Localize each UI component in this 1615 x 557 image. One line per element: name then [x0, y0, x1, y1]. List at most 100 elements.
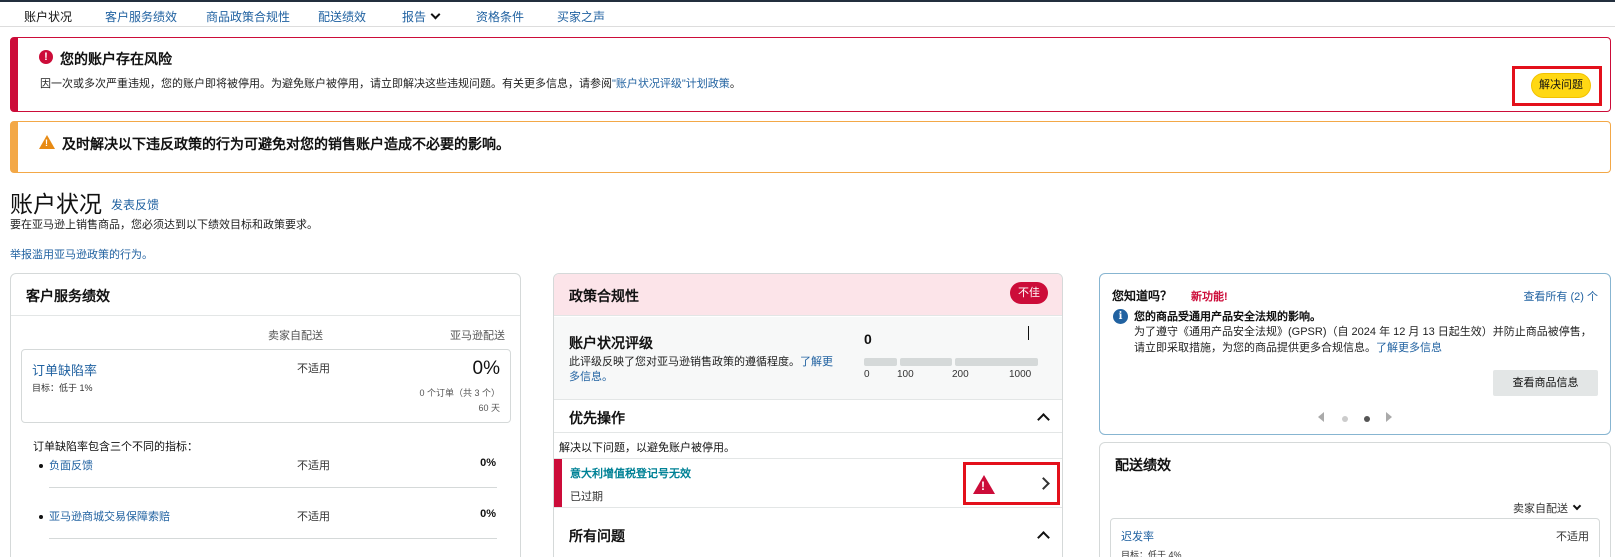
all-issues-title: 所有问题 [569, 528, 625, 544]
view-listings-button[interactable]: 查看商品信息 [1493, 370, 1598, 396]
odr-count: 0 个订单（共 3 个） [419, 388, 500, 398]
did-you-know-card: 您知道吗？ 新功能! 查看所有 (2) 个 i 您的商品受通用产品安全法规的影响… [1099, 273, 1611, 435]
card-header: 客户服务绩效 [11, 274, 520, 316]
fulfillment-selector-label: 卖家自配送 [1513, 503, 1568, 515]
card-title: 政策合规性 [569, 288, 639, 304]
ahr-description-text: 此评级反映了您对亚马逊销售政策的遵循程度。 [569, 356, 800, 368]
tab-shipping[interactable]: 配送绩效 [318, 8, 366, 25]
info-icon: i [1113, 309, 1128, 324]
priority-description: 解决以下问题，以避免账户被停用。 [559, 442, 735, 454]
carousel-dot[interactable] [1342, 416, 1348, 422]
alert-body-text: 因一次或多次严重违规，您的账户即将被停用。为避免账户被停用，请立即解决这些违规问… [40, 78, 612, 90]
scale-tick: 0 [864, 369, 870, 380]
ahr-title: 账户状况评级 [569, 335, 653, 351]
policy-compliance-card: 政策合规性 不佳 账户状况评级 此评级反映了您对亚马逊销售政策的遵循程度。了解更… [553, 273, 1063, 557]
column-header-seller: 卖家自配送 [268, 330, 323, 342]
card-title: 您知道吗？ [1112, 289, 1173, 303]
customer-service-card: 客户服务绩效 卖家自配送 亚马逊配送 订单缺陷率 目标：低于 1% 不适用 0%… [10, 273, 521, 557]
metric-link[interactable]: 负面反馈 [49, 457, 93, 473]
tab-reports[interactable]: 报告 [402, 8, 441, 25]
carousel-dot-active[interactable] [1364, 416, 1370, 422]
divider [554, 432, 1062, 433]
alert-title: 您的账户存在风险 [60, 51, 172, 67]
page-title: 账户状况 [10, 191, 102, 217]
late-rate-target: 目标：低于 4% [1121, 550, 1182, 557]
ahr-score: 0 [864, 331, 872, 347]
error-icon: ! [39, 50, 53, 64]
alert-triangle-icon: ! [973, 475, 995, 494]
view-all-link[interactable]: 查看所有 (2) 个 [1523, 288, 1598, 304]
chevron-down-icon [1572, 501, 1582, 511]
new-feature-badge: 新功能! [1191, 291, 1228, 303]
carousel-prev-icon[interactable] [1318, 412, 1324, 422]
message-body: 为了遵守《通用产品安全法规》(GPSR)（自 2024 年 12 月 13 日起… [1134, 324, 1599, 356]
carousel-next-icon[interactable] [1386, 412, 1392, 422]
warning-icon: ! [39, 135, 55, 149]
collapse-icon[interactable] [1037, 413, 1050, 426]
card-header: 政策合规性 不佳 [554, 274, 1062, 316]
bullet [39, 464, 43, 468]
scale-tick: 100 [897, 369, 914, 380]
tab-reports-label: 报告 [402, 10, 427, 24]
account-health-rating: 账户状况评级 此评级反映了您对亚马逊销售政策的遵循程度。了解更多信息。 0 0 … [554, 317, 1062, 400]
late-shipment-metric: 迟发率 目标：低于 4% 不适用 [1110, 518, 1600, 557]
odr-description: 订单缺陷率包含三个不同的指标： [33, 441, 198, 453]
card-title: 客户服务绩效 [26, 288, 110, 304]
account-risk-alert: ! 您的账户存在风险 因一次或多次严重违规，您的账户即将被停用。为避免账户被停用… [10, 37, 1611, 112]
ahr-policy-link[interactable]: "账户状况评级"计划政策 [612, 78, 730, 90]
message-title: 您的商品受通用产品安全法规的影响。 [1134, 311, 1321, 323]
warning-title: 及时解决以下违反政策的行为可避免对您的销售账户造成不必要的影响。 [62, 136, 510, 152]
shipping-performance-card: 配送绩效 卖家自配送 迟发率 目标：低于 4% 不适用 [1099, 442, 1611, 557]
tab-customer-service[interactable]: 客户服务绩效 [105, 8, 177, 25]
fulfillment-selector[interactable]: 卖家自配送 [1513, 500, 1582, 516]
report-abuse-link[interactable]: 举报滥用亚马逊政策的行为。 [10, 246, 153, 262]
odr-period: 60 天 [478, 403, 500, 413]
metric-value: 0% [480, 508, 496, 520]
ahr-description: 此评级反映了您对亚马逊销售政策的遵循程度。了解更多信息。 [569, 355, 834, 385]
issue-name[interactable]: 意大利增值税登记号无效 [570, 465, 691, 481]
scale-tick: 200 [952, 369, 969, 380]
scale-tick: 1000 [1009, 369, 1032, 380]
tab-voice-of-buyer[interactable]: 买家之声 [557, 8, 605, 25]
fix-issue-button[interactable]: 解决问题 [1531, 73, 1591, 98]
learn-more-link[interactable]: 了解更多信息 [1376, 342, 1442, 354]
divider [49, 538, 497, 539]
metric-seller-value: 不适用 [297, 460, 330, 472]
alert-body: 因一次或多次严重违规，您的账户即将被停用。为避免账户被停用，请立即解决这些违规问… [40, 75, 741, 91]
issue-status: 已过期 [570, 491, 603, 503]
scale-segment [900, 358, 952, 366]
metric-value: 0% [480, 457, 496, 469]
ahr-scale-bar [864, 358, 1038, 366]
alert-body-end: 。 [729, 78, 741, 90]
bullet [39, 515, 43, 519]
message-body-text: 为了遵守《通用产品安全法规》(GPSR)（自 2024 年 12 月 13 日起… [1134, 326, 1592, 354]
tab-eligibility[interactable]: 资格条件 [476, 8, 524, 25]
issue-row[interactable]: 意大利增值税登记号无效 已过期 ! [554, 458, 1062, 508]
priority-actions-title: 优先操作 [569, 410, 625, 426]
tab-account-health[interactable]: 账户状况 [24, 8, 72, 25]
policy-warning-alert: ! 及时解决以下违反政策的行为可避免对您的销售账户造成不必要的影响。 [10, 121, 1611, 173]
column-header-amazon: 亚马逊配送 [450, 330, 505, 342]
feedback-link[interactable]: 发表反馈 [111, 196, 159, 213]
tab-policy-compliance[interactable]: 商品政策合规性 [206, 8, 290, 25]
late-rate-value: 不适用 [1556, 531, 1589, 543]
chevron-down-icon [430, 9, 441, 20]
severity-bar [554, 459, 562, 507]
metric-link[interactable]: 亚马逊商城交易保障索赔 [49, 508, 170, 524]
collapse-icon[interactable] [1037, 531, 1050, 544]
top-nav: 账户状况 客户服务绩效 商品政策合规性 配送绩效 报告 资格条件 买家之声 [0, 0, 1615, 27]
card-title: 配送绩效 [1115, 457, 1171, 473]
scale-segment [864, 358, 897, 366]
scale-segment [955, 358, 1038, 366]
odr-target: 目标：低于 1% [32, 383, 93, 393]
odr-value: 0% [472, 358, 500, 379]
metric-seller-value: 不适用 [297, 511, 330, 523]
divider [49, 487, 497, 488]
text-cursor [1028, 326, 1029, 340]
odr-metric: 订单缺陷率 目标：低于 1% 不适用 0% 0 个订单（共 3 个） 60 天 [21, 349, 511, 423]
status-badge: 不佳 [1010, 282, 1048, 304]
odr-link[interactable]: 订单缺陷率 [32, 360, 97, 379]
page-subtitle: 要在亚马逊上销售商品，您必须达到以下绩效目标和政策要求。 [10, 219, 318, 231]
odr-seller-value: 不适用 [297, 363, 330, 375]
late-rate-link[interactable]: 迟发率 [1121, 528, 1154, 544]
